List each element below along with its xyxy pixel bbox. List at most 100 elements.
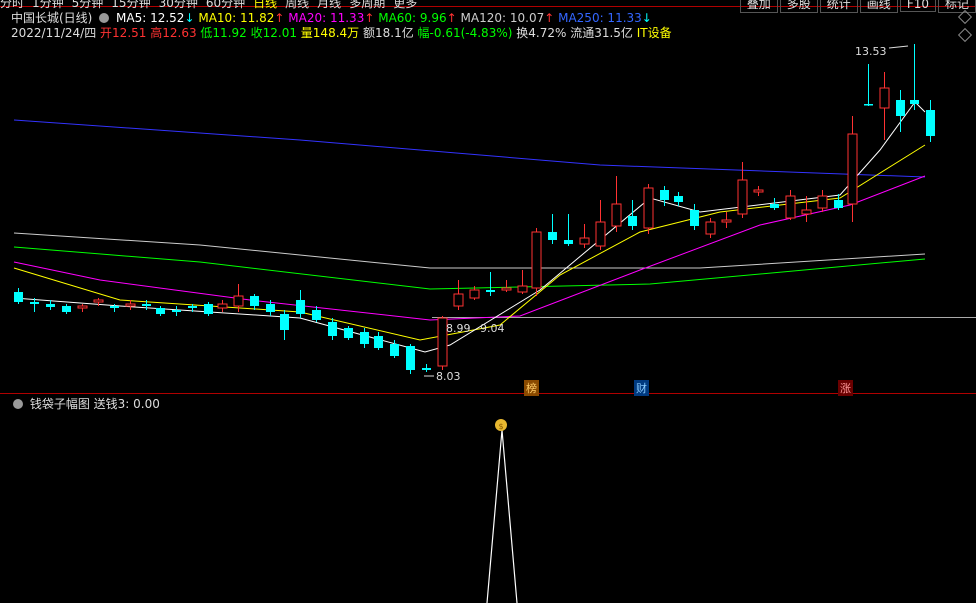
candle-body: [486, 290, 495, 292]
candle-body: [250, 296, 259, 306]
quote-header: 2022/11/24/四 开12.51 高12.63 低11.92 收12.01…: [11, 26, 672, 40]
candle-body: [204, 304, 213, 314]
candle-body: [643, 187, 654, 229]
candlesticks: [14, 44, 935, 374]
ma-header: 中国长城(日线) MA5: 12.52↓ MA10: 11.82↑ MA20: …: [11, 11, 652, 25]
indicator-settings-icon[interactable]: [13, 399, 23, 409]
ma250-value: MA250: 11.33: [558, 11, 642, 25]
candle-body: [312, 310, 321, 320]
ma20-value: MA20: 11.33: [288, 11, 365, 25]
tab-7[interactable]: 周线: [285, 0, 309, 10]
tab-4[interactable]: 30分钟: [159, 0, 198, 10]
open-value: 开12.51: [100, 26, 147, 40]
tab-1[interactable]: 1分钟: [32, 0, 64, 10]
right-toolbar[interactable]: 叠加 多股 统计 画线 F10 标记: [738, 0, 976, 13]
candle-body: [46, 304, 55, 307]
candle-body: [674, 196, 683, 202]
settings-icon[interactable]: [99, 13, 110, 23]
candle-body: [896, 100, 905, 116]
candle-body: [690, 210, 699, 226]
candle-body: [705, 221, 716, 235]
candle-body: [660, 190, 669, 200]
sector-value[interactable]: IT设备: [637, 26, 672, 40]
stock-title: 中国长城(日线): [11, 11, 93, 25]
candle-body: [834, 200, 843, 208]
tab-9[interactable]: 多周期: [349, 0, 385, 10]
tab-5[interactable]: 60分钟: [206, 0, 245, 10]
money-bag-signal-line: [486, 429, 518, 603]
tab-2[interactable]: 5分钟: [72, 0, 104, 10]
tab-10[interactable]: 更多: [393, 0, 417, 10]
svg-text:$: $: [498, 422, 503, 431]
ma120-value: MA120: 10.07: [460, 11, 545, 25]
candle-body: [110, 306, 119, 308]
tab-6[interactable]: 日线: [253, 0, 277, 10]
tag-cai[interactable]: 财: [634, 380, 649, 396]
candle-body: [77, 305, 88, 309]
turnover-value: 换4.72%: [516, 26, 567, 40]
candle-body: [233, 295, 244, 307]
candle-body: [817, 195, 828, 209]
candle-body: [517, 285, 528, 293]
indicator-title: 钱袋子幅图: [29, 397, 90, 411]
toolbar-btn-5[interactable]: 标记: [937, 0, 976, 13]
tag-bang[interactable]: 榜: [524, 380, 539, 396]
ma250-line: [13, 119, 926, 178]
candle-body: [280, 314, 289, 330]
amount-value: 额18.1亿: [362, 26, 414, 40]
toolbar-btn-4[interactable]: F10: [899, 0, 936, 12]
tag-zhang[interactable]: 涨: [838, 380, 853, 396]
candle-body: [328, 322, 337, 336]
high-value: 高12.63: [150, 26, 197, 40]
mid-label-2: 9.04: [480, 322, 505, 335]
date-value: 2022/11/24/四: [11, 26, 97, 40]
candle-body: [770, 204, 779, 208]
ma60-value: MA60: 9.96: [378, 11, 447, 25]
candle-body: [296, 300, 305, 314]
candle-body: [14, 292, 23, 302]
change-value: 幅-0.61(-4.83%): [417, 26, 513, 40]
candle-body: [360, 332, 369, 344]
float-value: 流通31.5亿: [570, 26, 633, 40]
chart-canvas: $: [0, 6, 976, 603]
candle-body: [390, 344, 399, 356]
candle-body: [564, 240, 573, 244]
candle-body: [548, 232, 557, 240]
candle-body: [266, 304, 275, 312]
moving-averages: [13, 101, 926, 353]
candle-body: [453, 293, 464, 307]
tab-8[interactable]: 月线: [317, 0, 341, 10]
volume-value: 量148.4万: [300, 26, 360, 40]
ma10-value: MA10: 11.82: [198, 11, 275, 25]
toolbar-btn-1[interactable]: 多股: [779, 0, 818, 13]
candle-body: [125, 303, 136, 307]
high-arrow: [888, 45, 909, 49]
toolbar-btn-3[interactable]: 画线: [859, 0, 898, 13]
candle-body: [926, 110, 935, 136]
candle-body: [217, 303, 228, 309]
candle-body: [579, 237, 590, 245]
ma5-value: MA5: 12.52: [116, 11, 185, 25]
toolbar-btn-0[interactable]: 叠加: [739, 0, 778, 13]
money-bag-icon: $: [495, 419, 507, 431]
candle-body: [595, 221, 606, 247]
candle-body: [142, 304, 151, 306]
period-tabs[interactable]: 分时 1分钟 5分钟 15分钟 30分钟 60分钟 日线 周线 月线 多周期 更多: [0, 0, 425, 10]
candle-body: [753, 189, 764, 193]
candle-body: [374, 336, 383, 348]
candle-body: [879, 87, 890, 109]
tab-3[interactable]: 15分钟: [111, 0, 150, 10]
high-price-label: 13.53: [855, 45, 887, 58]
candle-body: [628, 216, 637, 226]
low-price-label: 8.03: [436, 370, 461, 383]
toolbar-btn-2[interactable]: 统计: [819, 0, 858, 13]
candle-body: [801, 209, 812, 215]
candle-body: [156, 308, 165, 314]
tab-0[interactable]: 分时: [0, 0, 24, 10]
candle-body: [785, 195, 796, 219]
candle-body: [501, 287, 512, 291]
candle-body: [910, 100, 919, 104]
low-value: 低11.92: [200, 26, 247, 40]
ma5-line: [13, 101, 926, 353]
candle-body: [864, 104, 873, 106]
